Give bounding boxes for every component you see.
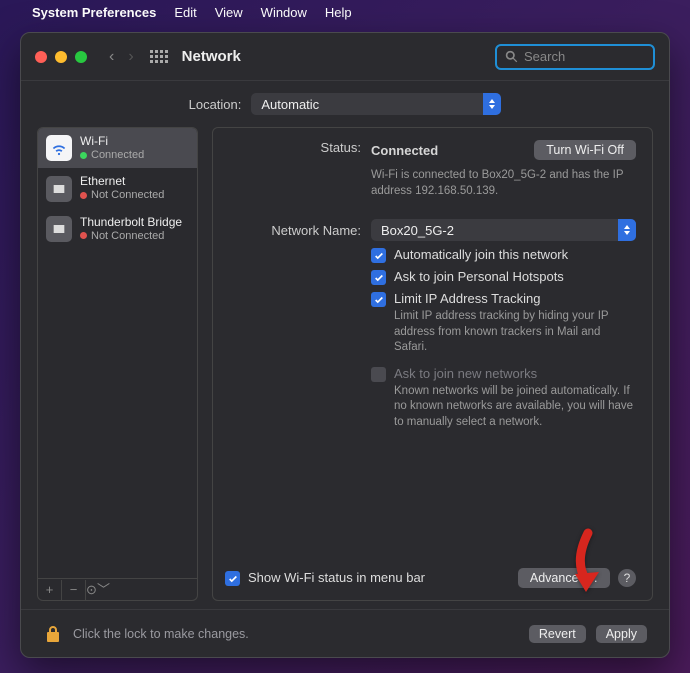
zoom-icon[interactable] <box>75 51 87 63</box>
search-placeholder: Search <box>524 49 565 64</box>
forward-button[interactable]: › <box>128 48 133 66</box>
window-footer: Click the lock to make changes. Revert A… <box>21 609 669 657</box>
remove-service-button[interactable]: − <box>62 580 86 600</box>
checkbox-label: Ask to join Personal Hotspots <box>394 269 564 284</box>
location-row: Location: Automatic <box>21 81 669 127</box>
checkbox-hotspots[interactable]: Ask to join Personal Hotspots <box>371 269 636 285</box>
status-value: Connected <box>371 143 438 158</box>
minimize-icon[interactable] <box>55 51 67 63</box>
checkbox-icon <box>371 270 386 285</box>
services-list: Wi-Fi Connected Ethernet Not Connected <box>37 127 198 579</box>
status-dot-icon <box>80 232 87 239</box>
wifi-icon <box>46 135 72 161</box>
menubar-app[interactable]: System Preferences <box>32 5 156 20</box>
checkbox-label: Limit IP Address Tracking <box>394 291 540 306</box>
menu-help[interactable]: Help <box>325 5 352 20</box>
service-thunderbolt[interactable]: Thunderbolt Bridge Not Connected <box>38 209 197 249</box>
location-value: Automatic <box>261 97 319 112</box>
help-button[interactable]: ? <box>618 569 636 587</box>
nav-buttons: ‹ › <box>109 48 134 66</box>
network-name-select[interactable]: Box20_5G-2 <box>371 219 636 241</box>
chevron-updown-icon <box>483 93 501 115</box>
checkbox-label: Ask to join new networks <box>394 366 537 381</box>
menu-view[interactable]: View <box>215 5 243 20</box>
search-icon <box>505 50 518 63</box>
detail-pane: Status: Connected Turn Wi-Fi Off Wi-Fi i… <box>212 127 653 601</box>
checkbox-icon <box>225 571 240 586</box>
service-status: Connected <box>80 149 144 162</box>
service-actions-button[interactable]: ⊙﹀ <box>86 580 110 600</box>
apply-button[interactable]: Apply <box>596 625 647 643</box>
checkbox-label: Show Wi-Fi status in menu bar <box>248 570 425 585</box>
service-name: Thunderbolt Bridge <box>80 216 182 230</box>
close-icon[interactable] <box>35 51 47 63</box>
service-wifi[interactable]: Wi-Fi Connected <box>38 128 197 168</box>
chevron-updown-icon <box>618 219 636 241</box>
show-all-icon[interactable] <box>150 50 168 63</box>
checkbox-icon <box>371 248 386 263</box>
location-select[interactable]: Automatic <box>251 93 501 115</box>
menu-window[interactable]: Window <box>261 5 307 20</box>
service-name: Ethernet <box>80 175 164 189</box>
add-service-button[interactable]: + <box>38 580 62 600</box>
location-label: Location: <box>189 97 242 112</box>
window-title: Network <box>182 48 241 65</box>
network-name-value: Box20_5G-2 <box>381 223 454 238</box>
thunderbolt-icon <box>46 216 72 242</box>
ask-new-desc: Known networks will be joined automatica… <box>394 384 636 431</box>
network-name-label: Network Name: <box>225 223 361 238</box>
checkbox-show-menu[interactable]: Show Wi-Fi status in menu bar <box>225 570 425 586</box>
advanced-button[interactable]: Advanced… <box>518 568 610 588</box>
revert-button[interactable]: Revert <box>529 625 586 643</box>
status-label: Status: <box>225 140 361 160</box>
checkbox-icon <box>371 367 386 382</box>
traffic-lights <box>35 51 87 63</box>
lock-text: Click the lock to make changes. <box>73 627 249 641</box>
menu-edit[interactable]: Edit <box>174 5 196 20</box>
checkbox-icon <box>371 292 386 307</box>
titlebar: ‹ › Network Search <box>21 33 669 81</box>
search-input[interactable]: Search <box>495 44 655 70</box>
status-dot-icon <box>80 192 87 199</box>
checkbox-label: Automatically join this network <box>394 247 568 262</box>
ethernet-icon <box>46 176 72 202</box>
checkbox-ask-new[interactable]: Ask to join new networks <box>371 366 636 382</box>
service-status: Not Connected <box>80 189 164 202</box>
status-desc: Wi-Fi is connected to Box20_5G-2 and has… <box>371 168 636 199</box>
lock-icon[interactable] <box>43 624 63 644</box>
back-button[interactable]: ‹ <box>109 48 114 66</box>
service-status: Not Connected <box>80 230 182 243</box>
status-dot-icon <box>80 152 87 159</box>
services-sidebar: Wi-Fi Connected Ethernet Not Connected <box>37 127 198 601</box>
limit-ip-desc: Limit IP address tracking by hiding your… <box>394 309 636 356</box>
menubar: System Preferences Edit View Window Help <box>0 0 690 24</box>
services-controls: + − ⊙﹀ <box>37 579 198 601</box>
service-name: Wi-Fi <box>80 135 144 149</box>
checkbox-auto-join[interactable]: Automatically join this network <box>371 247 636 263</box>
service-ethernet[interactable]: Ethernet Not Connected <box>38 168 197 208</box>
checkbox-limit-ip[interactable]: Limit IP Address Tracking <box>371 291 636 307</box>
prefs-window: ‹ › Network Search Location: Automatic <box>20 32 670 658</box>
wifi-toggle-button[interactable]: Turn Wi-Fi Off <box>534 140 636 160</box>
